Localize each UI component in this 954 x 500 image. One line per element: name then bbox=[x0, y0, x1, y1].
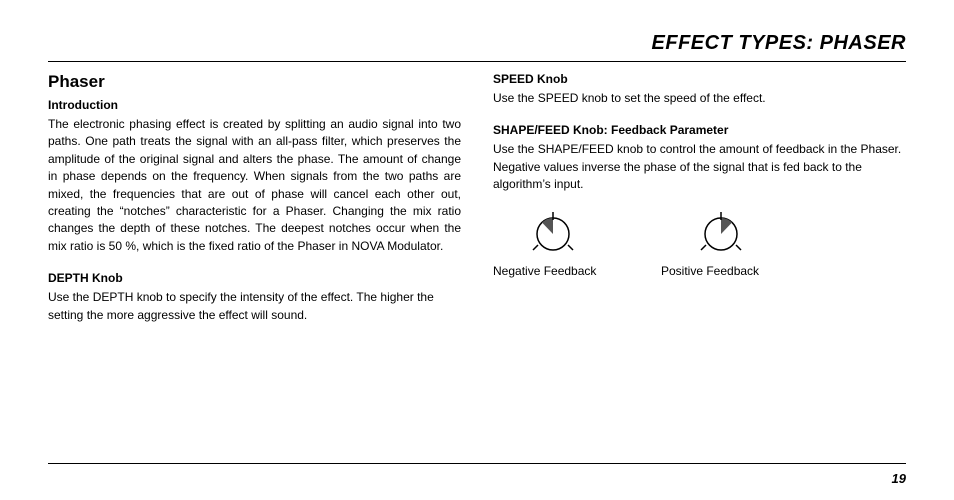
page-number: 19 bbox=[892, 471, 906, 486]
page-title: EFFECT TYPES: PHASER bbox=[48, 32, 906, 55]
intro-heading: Introduction bbox=[48, 98, 461, 112]
positive-feedback-knob-group: Positive Feedback bbox=[661, 210, 781, 278]
feedback-body: Use the SHAPE/FEED knob to control the a… bbox=[493, 141, 906, 193]
phaser-heading: Phaser bbox=[48, 72, 461, 92]
speed-body: Use the SPEED knob to set the speed of t… bbox=[493, 90, 906, 107]
depth-body: Use the DEPTH knob to specify the intens… bbox=[48, 289, 461, 324]
content-columns: Phaser Introduction The electronic phasi… bbox=[48, 72, 906, 340]
knob-icon bbox=[697, 210, 745, 258]
knob-icon bbox=[529, 210, 577, 258]
depth-heading: DEPTH Knob bbox=[48, 271, 461, 285]
negative-feedback-label: Negative Feedback bbox=[493, 264, 613, 278]
positive-feedback-label: Positive Feedback bbox=[661, 264, 781, 278]
right-column: SPEED Knob Use the SPEED knob to set the… bbox=[493, 72, 906, 340]
knob-row: Negative Feedback Positive Feedback bbox=[493, 210, 906, 278]
intro-body: The electronic phasing effect is created… bbox=[48, 116, 461, 255]
bottom-rule bbox=[48, 463, 906, 464]
top-rule bbox=[48, 61, 906, 62]
negative-feedback-knob-group: Negative Feedback bbox=[493, 210, 613, 278]
feedback-heading: SHAPE/FEED Knob: Feedback Parameter bbox=[493, 123, 906, 137]
speed-heading: SPEED Knob bbox=[493, 72, 906, 86]
left-column: Phaser Introduction The electronic phasi… bbox=[48, 72, 461, 340]
